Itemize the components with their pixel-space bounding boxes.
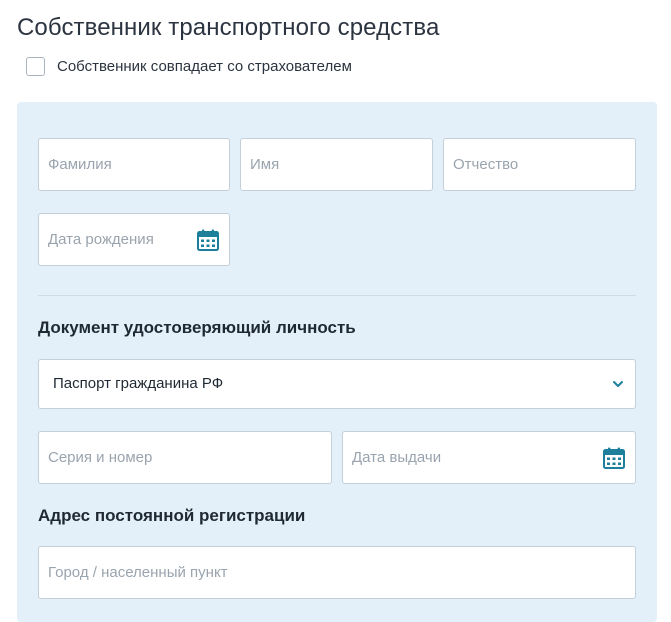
chevron-down-icon[interactable] (612, 378, 624, 390)
registration-address-heading: Адрес постоянной регистрации (38, 506, 306, 525)
middle-name-input[interactable] (444, 139, 635, 190)
calendar-icon[interactable] (602, 446, 626, 470)
birth-date-field[interactable] (38, 213, 230, 266)
document-type-value: Паспорт гражданина РФ (53, 375, 224, 392)
calendar-icon[interactable] (196, 228, 220, 252)
checkbox-box[interactable] (26, 57, 45, 76)
identity-document-heading: Документ удостоверяющий личность (38, 318, 356, 337)
section-divider (38, 295, 636, 296)
issue-date-input[interactable] (343, 432, 635, 483)
document-type-select[interactable]: Паспорт гражданина РФ (38, 359, 636, 409)
last-name-input[interactable] (39, 139, 229, 190)
city-field[interactable] (38, 546, 636, 599)
series-number-field[interactable] (38, 431, 332, 484)
middle-name-field[interactable] (443, 138, 636, 191)
owner-form-panel: Документ удостоверяющий личность Паспорт… (17, 102, 657, 622)
first-name-input[interactable] (241, 139, 432, 190)
page-title: Собственник транспортного средства (17, 14, 440, 41)
series-number-input[interactable] (39, 432, 331, 483)
last-name-field[interactable] (38, 138, 230, 191)
same-as-insurer-checkbox[interactable]: Собственник совпадает со страхователем (26, 57, 352, 76)
checkbox-label: Собственник совпадает со страхователем (57, 58, 352, 75)
first-name-field[interactable] (240, 138, 433, 191)
issue-date-field[interactable] (342, 431, 636, 484)
city-input[interactable] (39, 547, 635, 598)
